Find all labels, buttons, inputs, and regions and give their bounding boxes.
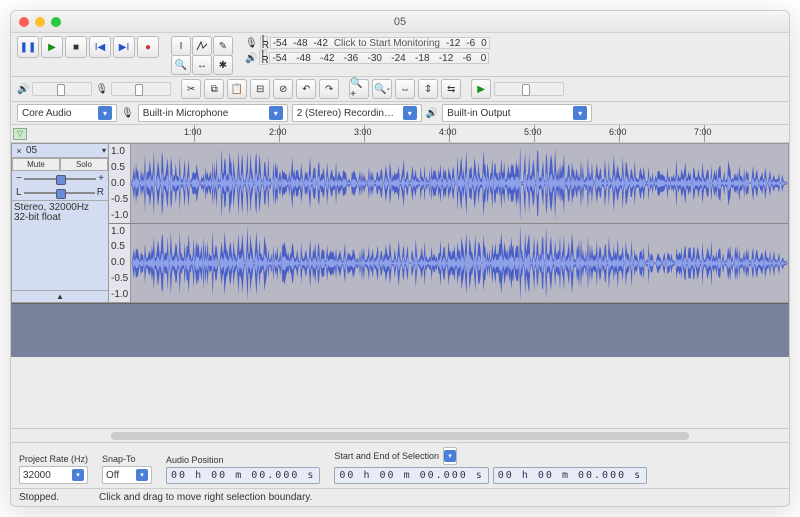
solo-button[interactable]: Solo	[60, 158, 108, 171]
waveform-channel-right[interactable]: 1.00.50.0-0.5-1.0	[109, 224, 788, 303]
zoom-tool[interactable]: 🔍	[171, 55, 191, 75]
track-info: Stereo, 32000Hz 32-bit float	[12, 200, 108, 225]
selection-end-field[interactable]: 00 h 00 m 00.000 s	[493, 467, 647, 484]
speaker-icon: 🔊	[17, 84, 29, 95]
recording-meter[interactable]: 🎙 LR -54-48-42 Click to Start Monitoring…	[245, 36, 490, 65]
snap-to-label: Snap-To	[102, 454, 152, 464]
playback-volume-slider[interactable]	[32, 82, 92, 96]
transport-toolbar: ❚❚ ▶ ■ I◀ ▶I ● I ✎ 🔍 ↔ ✱ 🎙 LR -54-48-42	[11, 33, 789, 77]
selection-label: Start and End of Selection	[334, 451, 439, 461]
skip-start-button[interactable]: I◀	[89, 36, 111, 58]
track-menu-dropdown[interactable]: ▾	[102, 146, 106, 155]
paste-button[interactable]: 📋	[227, 79, 247, 99]
start-monitoring-label[interactable]: Click to Start Monitoring	[334, 38, 440, 49]
zoom-out-button[interactable]: 🔍-	[372, 79, 392, 99]
status-hint: Click and drag to move right selection b…	[99, 492, 312, 503]
mic-icon: 🎙	[95, 84, 108, 95]
empty-track-area[interactable]	[11, 303, 789, 357]
speaker-icon: 🔊	[426, 108, 438, 119]
speaker-icon: 🔊	[245, 53, 257, 64]
window-controls	[19, 17, 61, 27]
zoom-toggle-button[interactable]: ⇆	[441, 79, 461, 99]
project-rate-label: Project Rate (Hz)	[19, 454, 88, 464]
horizontal-scrollbar[interactable]	[11, 428, 789, 442]
titlebar: 05	[11, 11, 789, 33]
meter-lr-label: LR	[260, 36, 268, 50]
gain-slider[interactable]: −+	[16, 173, 104, 184]
status-bar: Stopped. Click and drag to move right se…	[11, 488, 789, 506]
copy-button[interactable]: ⧉	[204, 79, 224, 99]
snap-to-select[interactable]: Off▾	[102, 466, 152, 484]
mute-button[interactable]: Mute	[12, 158, 60, 171]
selection-mode-select[interactable]: ▾	[443, 447, 457, 465]
minimize-window-button[interactable]	[35, 17, 45, 27]
recording-volume-slider[interactable]	[111, 82, 171, 96]
timeshift-tool[interactable]: ↔	[192, 55, 212, 75]
envelope-tool[interactable]	[192, 36, 212, 56]
redo-button[interactable]: ↷	[319, 79, 339, 99]
mic-icon: 🎙	[121, 108, 134, 119]
cut-button[interactable]: ✂	[181, 79, 201, 99]
playback-device-select[interactable]: Built-in Output▾	[442, 104, 592, 122]
timeline-ruler-row: ▽ 1:002:003:004:005:006:007:00	[11, 125, 789, 143]
undo-button[interactable]: ↶	[296, 79, 316, 99]
close-track-button[interactable]: ×	[14, 146, 24, 156]
track-name: 05	[26, 145, 37, 156]
close-window-button[interactable]	[19, 17, 29, 27]
amplitude-scale: 1.00.50.0-0.5-1.0	[109, 144, 131, 223]
audio-track: × 05 ▾ Mute Solo −+ LR Stereo, 32000Hz 3…	[11, 143, 789, 303]
stop-button[interactable]: ■	[65, 36, 87, 58]
draw-tool[interactable]: ✎	[213, 36, 233, 56]
app-window: 05 ❚❚ ▶ ■ I◀ ▶I ● I ✎ 🔍 ↔ ✱ 🎙 LR	[10, 10, 790, 507]
fit-project-button[interactable]: ⇕	[418, 79, 438, 99]
pan-slider[interactable]: LR	[16, 187, 104, 198]
fit-selection-button[interactable]: ⇔	[395, 79, 415, 99]
window-title: 05	[394, 16, 406, 28]
audio-position-field[interactable]: 00 h 00 m 00.000 s	[166, 467, 320, 484]
audio-host-select[interactable]: Core Audio▾	[17, 104, 117, 122]
project-rate-select[interactable]: 32000▾	[19, 466, 88, 484]
zoom-in-button[interactable]: 🔍+	[349, 79, 369, 99]
selection-start-field[interactable]: 00 h 00 m 00.000 s	[334, 467, 488, 484]
silence-button[interactable]: ⊘	[273, 79, 293, 99]
audio-position-label: Audio Position	[166, 455, 320, 465]
timeline-ruler[interactable]: 1:002:003:004:005:006:007:00	[109, 125, 789, 142]
recording-device-select[interactable]: Built-in Microphone▾	[138, 104, 288, 122]
skip-end-button[interactable]: ▶I	[113, 36, 135, 58]
mic-icon: 🎙	[245, 38, 258, 49]
record-button[interactable]: ●	[137, 36, 159, 58]
waveform-area[interactable]: 1.00.50.0-0.5-1.0 1.00.50.0-0.5-1.0	[109, 143, 789, 303]
play-button[interactable]: ▶	[41, 36, 63, 58]
pause-button[interactable]: ❚❚	[17, 36, 39, 58]
collapse-track-button[interactable]: ▲	[12, 290, 108, 302]
track-control-panel[interactable]: × 05 ▾ Mute Solo −+ LR Stereo, 32000Hz 3…	[11, 143, 109, 303]
pinned-playhead-button[interactable]: ▽	[13, 128, 27, 140]
playback-meter[interactable]: 🔊 LR -54-48-42 -36-30-24 -18-12-6 0	[245, 51, 490, 65]
zoom-window-button[interactable]	[51, 17, 61, 27]
play-at-speed-button[interactable]: ▶	[471, 79, 491, 99]
selection-tool[interactable]: I	[171, 36, 191, 56]
selection-toolbar: Project Rate (Hz) 32000▾ Snap-To Off▾ Au…	[11, 442, 789, 488]
trim-button[interactable]: ⊟	[250, 79, 270, 99]
play-speed-slider[interactable]	[494, 82, 564, 96]
waveform-channel-left[interactable]: 1.00.50.0-0.5-1.0	[109, 144, 788, 224]
status-state: Stopped.	[19, 492, 59, 503]
edit-toolbar: 🔊 🎙 ✂ ⧉ 📋 ⊟ ⊘ ↶ ↷ 🔍+ 🔍- ⇔ ⇕ ⇆ ▶	[11, 77, 789, 102]
recording-channels-select[interactable]: 2 (Stereo) Recordin…▾	[292, 104, 422, 122]
amplitude-scale: 1.00.50.0-0.5-1.0	[109, 224, 131, 303]
tracks-area: × 05 ▾ Mute Solo −+ LR Stereo, 32000Hz 3…	[11, 143, 789, 428]
device-toolbar: Core Audio▾ 🎙 Built-in Microphone▾ 2 (St…	[11, 102, 789, 125]
multi-tool[interactable]: ✱	[213, 55, 233, 75]
